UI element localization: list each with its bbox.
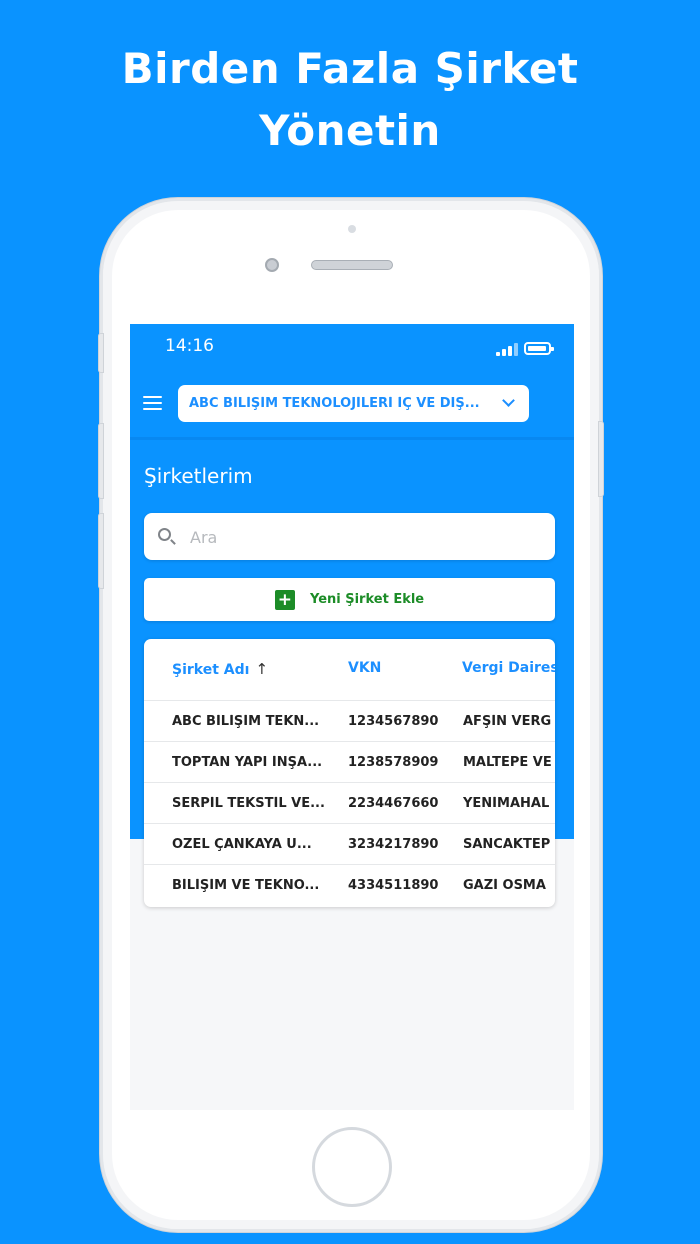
power-button [598,421,604,497]
status-time: 14:16 [165,336,214,356]
cell-company-name: ABC BİLİŞİM TEKN... [172,714,320,729]
table-row[interactable]: TOPTAN YAPI İNŞA... 1238578909 MALTEPE V… [144,742,555,783]
cell-vkn: 4334511890 [348,878,439,893]
table-row[interactable]: ÖZEL ÇANKAYA Ü... 3234217890 SANCAKTEP [144,824,555,865]
companies-table: Şirket Adı ↑ VKN Vergi Daires ABC BİLİŞİM… [144,639,555,907]
cell-tax-office: GAZİ OSMA [463,878,546,893]
cell-company-name: ÖZEL ÇANKAYA Ü... [172,837,312,852]
company-selector-value: ABC BİLİŞİM TEKNOLOJİLERİ İÇ VE DIŞ... [189,396,480,411]
cell-vkn: 1234567890 [348,714,439,729]
headline-line-2: Yönetin [259,106,441,155]
phone-frame: 14:16 ABC BİLİŞİM TEKNOLOJİLERİ İÇ VE DI… [98,198,604,1232]
volume-up-button [98,423,104,499]
column-header-company-name-label: Şirket Adı [172,662,250,678]
search-input[interactable] [190,525,530,549]
search-icon [158,528,171,541]
earpiece-speaker [311,260,393,270]
company-selector[interactable]: ABC BİLİŞİM TEKNOLOJİLERİ İÇ VE DIŞ... [178,385,529,422]
table-header: Şirket Adı ↑ VKN Vergi Daires [144,639,555,701]
cell-company-name: BİLİŞİM VE TEKNO... [172,878,320,893]
cell-vkn: 3234217890 [348,837,439,852]
app-bar: ABC BİLİŞİM TEKNOLOJİLERİ İÇ VE DIŞ... [130,372,574,440]
battery-icon [524,342,554,355]
page-title: Şirketlerim [144,464,253,488]
column-header-vkn[interactable]: VKN [348,660,381,676]
signal-icon [496,342,520,356]
promo-headline: Birden Fazla Şirket Yönetin [0,38,700,162]
chevron-down-icon [502,394,515,407]
column-header-company-name[interactable]: Şirket Adı ↑ [172,660,268,678]
status-bar: 14:16 [130,324,574,372]
cell-tax-office: MALTEPE VE [463,755,552,770]
arrow-up-icon: ↑ [255,660,269,678]
search-box[interactable] [144,513,555,560]
cell-tax-office: AFŞİN VERG [463,714,552,729]
cell-vkn: 1238578909 [348,755,439,770]
cell-company-name: SERPİL TEKSTİL VE... [172,796,325,811]
home-button[interactable] [312,1127,392,1207]
table-row[interactable]: SERPİL TEKSTİL VE... 2234467660 YENİMAHA… [144,783,555,824]
add-company-label: Yeni Şirket Ekle [309,592,425,607]
cell-vkn: 2234467660 [348,796,439,811]
appbar-divider [130,437,574,440]
mute-switch [98,333,104,373]
hamburger-icon[interactable] [143,396,162,410]
plus-icon: + [274,589,295,610]
table-row[interactable]: ABC BİLİŞİM TEKN... 1234567890 AFŞİN VER… [144,701,555,742]
front-camera [265,258,279,272]
cell-tax-office: YENİMAHAL [463,796,550,811]
cell-tax-office: SANCAKTEP [463,837,551,852]
proximity-sensor [348,225,356,233]
headline-line-1: Birden Fazla Şirket [121,44,579,93]
add-company-button[interactable]: + Yeni Şirket Ekle [144,578,555,621]
cell-company-name: TOPTAN YAPI İNŞA... [172,755,323,770]
column-header-tax-office[interactable]: Vergi Daires [462,660,555,676]
volume-down-button [98,513,104,589]
app-screen: 14:16 ABC BİLİŞİM TEKNOLOJİLERİ İÇ VE DI… [130,324,574,1110]
table-row[interactable]: BİLİŞİM VE TEKNO... 4334511890 GAZİ OSMA [144,865,555,906]
